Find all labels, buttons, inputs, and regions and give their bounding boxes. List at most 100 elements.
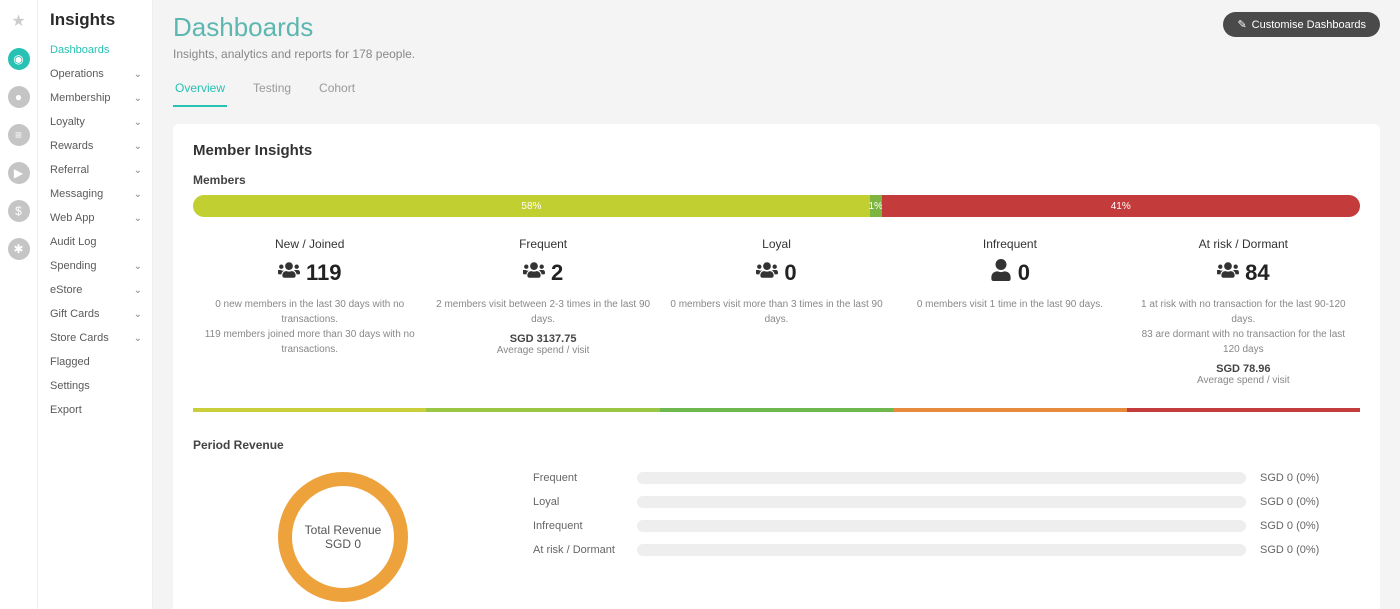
revenue-row-bar [637,496,1246,508]
page-subtitle: Insights, analytics and reports for 178 … [173,47,415,61]
sidebar-item-label: Messaging [50,188,103,200]
revenue-row-label: At risk / Dormant [533,544,623,556]
revenue-list: FrequentSGD 0 (0%)LoyalSGD 0 (0%)Infrequ… [533,472,1360,568]
sidebar-item-label: Referral [50,164,89,176]
snow-icon[interactable]: ✱ [8,238,30,260]
sidebar-item-label: Loyalty [50,116,85,128]
users-icon [756,259,778,287]
chevron-down-icon: ⌄ [134,285,142,296]
stats-row: New / Joined 119 0 new members in the last… [193,237,1360,386]
chevron-down-icon: ⌄ [134,117,142,128]
sidebar-item-label: Audit Log [50,236,96,248]
sidebar-item-settings[interactable]: Settings [50,374,152,398]
revenue-row-value: SGD 0 (0%) [1260,520,1360,532]
chevron-down-icon: ⌄ [134,213,142,224]
tabs: Overview Testing Cohort [173,75,1380,108]
user-icon[interactable]: ● [8,86,30,108]
gradient-segment [1127,408,1360,412]
stat-label: At risk / Dormant [1133,237,1354,251]
stat-desc: 0 members visit more than 3 times in the… [666,297,887,327]
sidebar-item-store-cards[interactable]: Store Cards ⌄ [50,326,152,350]
message-icon[interactable]: ≡ [8,124,30,146]
sidebar-item-label: Store Cards [50,332,109,344]
chevron-down-icon: ⌄ [134,165,142,176]
stat-avg-label: Average spend / visit [432,345,653,356]
sidebar-item-audit-log[interactable]: Audit Log [50,230,152,254]
stat-desc: 0 new members in the last 30 days with n… [199,297,420,327]
stat-value: 2 [432,259,653,287]
sidebar-item-membership[interactable]: Membership ⌄ [50,86,152,110]
stat-frequent: Frequent 2 2 members visit between 2-3 tim… [426,237,659,386]
pencil-icon: ✎ [1237,18,1246,31]
chevron-down-icon: ⌄ [134,93,142,104]
stat-label: Frequent [432,237,653,251]
sidebar-item-web-app[interactable]: Web App ⌄ [50,206,152,230]
gradient-segment [193,408,426,412]
members-label: Members [193,173,1360,187]
sidebar-item-flagged[interactable]: Flagged [50,350,152,374]
revenue-row-value: SGD 0 (0%) [1260,496,1360,508]
revenue-row-bar [637,472,1246,484]
sidebar: Insights DashboardsOperations⌄Membership… [38,0,153,609]
revenue-row: InfrequentSGD 0 (0%) [533,520,1360,532]
sidebar-item-spending[interactable]: Spending⌄ [50,254,152,278]
stat-at-risk-dormant: At risk / Dormant 84 1 at risk with no tra… [1127,237,1360,386]
sidebar-item-label: Dashboards [50,44,109,56]
users-icon [523,259,545,287]
stat-value: 84 [1133,259,1354,287]
tab-testing[interactable]: Testing [251,75,293,107]
tab-cohort[interactable]: Cohort [317,75,357,107]
stat-value: 119 [199,259,420,287]
revenue-row: Frequent SGD 0 (0%) [533,472,1360,484]
sidebar-item-label: Flagged [50,356,90,368]
stat-avg: SGD 3137.75 [432,333,653,345]
stat-desc: 1 at risk with no transaction for the la… [1133,297,1354,327]
revenue-donut: Total Revenue SGD 0 [193,472,493,602]
sidebar-item-operations[interactable]: Operations ⌄ [50,62,152,86]
stat-loyal: Loyal00 members visit more than 3 times … [660,237,893,386]
main-content: Dashboards Insights, analytics and repor… [153,0,1400,609]
sidebar-item-label: Web App [50,212,94,224]
sidebar-item-label: Rewards [50,140,93,152]
customise-dashboards-button[interactable]: ✎ Customise Dashboards [1223,12,1380,37]
users-icon [278,259,300,287]
sidebar-item-referral[interactable]: Referral ⌄ [50,158,152,182]
sidebar-item-label: Operations [50,68,104,80]
star-icon[interactable]: ★ [8,10,30,32]
gradient-segment [426,408,659,412]
revenue-row-label: Frequent [533,472,623,484]
revenue-row: At risk / Dormant SGD 0 (0%) [533,544,1360,556]
gradient-bar [193,408,1360,412]
stat-desc: 2 members visit between 2-3 times in the… [432,297,653,327]
sidebar-item-rewards[interactable]: Rewards ⌄ [50,134,152,158]
stat-desc: 0 members visit 1 time in the last 90 da… [899,297,1120,312]
chevron-down-icon: ⌄ [134,333,142,344]
chevron-down-icon: ⌄ [134,141,142,152]
sidebar-item-estore[interactable]: eStore⌄ [50,278,152,302]
play-icon[interactable]: ▶ [8,162,30,184]
sidebar-item-export[interactable]: Export [50,398,152,422]
sidebar-item-dashboards[interactable]: Dashboards [50,38,152,62]
page-title: Dashboards [173,12,415,43]
user-icon [990,259,1012,287]
total-revenue-label: Total Revenue [305,523,382,537]
customise-label: Customise Dashboards [1252,19,1366,31]
stat-desc: 119 members joined more than 30 days wit… [199,327,420,357]
member-insights-card: Member Insights Members 58%1%41% New / J… [173,124,1380,609]
dashboard-icon[interactable]: ◉ [8,48,30,70]
chevron-down-icon: ⌄ [134,69,142,80]
stat-label: New / Joined [199,237,420,251]
sidebar-item-label: Membership [50,92,111,104]
tab-overview[interactable]: Overview [173,75,227,107]
stat-avg: SGD 78.96 [1133,363,1354,375]
sidebar-item-label: Gift Cards [50,308,100,320]
sidebar-item-loyalty[interactable]: Loyalty ⌄ [50,110,152,134]
sidebar-item-gift-cards[interactable]: Gift Cards⌄ [50,302,152,326]
sidebar-item-messaging[interactable]: Messaging ⌄ [50,182,152,206]
chevron-down-icon: ⌄ [134,189,142,200]
revenue-row-value: SGD 0 (0%) [1260,472,1360,484]
revenue-row-value: SGD 0 (0%) [1260,544,1360,556]
sidebar-item-label: Export [50,404,82,416]
money-icon[interactable]: $ [8,200,30,222]
stat-label: Infrequent [899,237,1120,251]
